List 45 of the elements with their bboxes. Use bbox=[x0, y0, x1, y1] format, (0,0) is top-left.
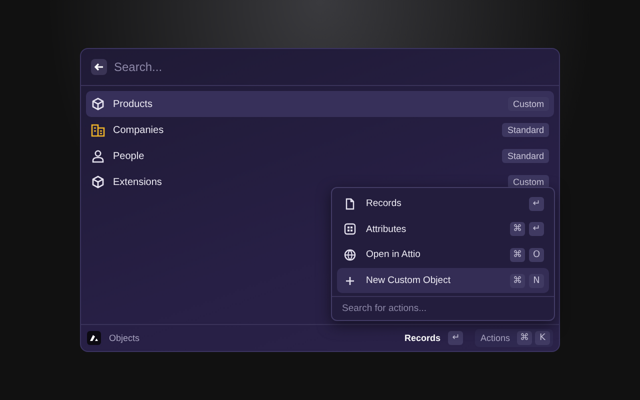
action-item[interactable]: Attributes ⌘ ↵ bbox=[337, 216, 549, 242]
action-label: New Custom Object bbox=[366, 275, 452, 286]
keycap: ↵ bbox=[529, 222, 544, 236]
app-logo-icon bbox=[87, 331, 101, 345]
back-arrow-icon bbox=[94, 62, 104, 72]
cube-icon bbox=[91, 97, 105, 111]
item-label: People bbox=[113, 150, 146, 162]
person-icon bbox=[91, 149, 105, 163]
keycap: O bbox=[529, 248, 544, 262]
action-search-field[interactable]: Search for actions... bbox=[342, 297, 544, 320]
type-tag: Standard bbox=[502, 123, 549, 137]
keycap: K bbox=[535, 331, 550, 345]
item-label: Companies bbox=[113, 124, 165, 136]
type-tag: Standard bbox=[502, 149, 549, 163]
item-label: Products bbox=[113, 98, 154, 110]
back-button[interactable] bbox=[91, 59, 107, 75]
action-item[interactable]: Open in Attio ⌘ O bbox=[337, 242, 549, 268]
action-label: Open in Attio bbox=[366, 249, 422, 260]
action-label: Records bbox=[366, 198, 402, 210]
keycap: ↵ bbox=[529, 196, 544, 211]
grid-icon bbox=[344, 223, 356, 236]
type-tag: Custom bbox=[508, 97, 549, 111]
object-item[interactable]: People Standard bbox=[86, 143, 554, 169]
keycap: ⌘ bbox=[517, 331, 532, 345]
item-label: Extensions bbox=[113, 176, 163, 188]
action-label: Attributes bbox=[366, 224, 408, 235]
keycap: ⌘ bbox=[510, 248, 525, 262]
records-button[interactable]: Records bbox=[404, 333, 440, 343]
object-item[interactable]: Companies Standard bbox=[86, 117, 554, 143]
object-item[interactable]: Products Custom bbox=[86, 91, 554, 117]
plus-icon bbox=[344, 274, 356, 287]
action-item[interactable]: Records ↵ bbox=[337, 191, 549, 217]
keycap: ↵ bbox=[448, 331, 464, 345]
cube-icon bbox=[91, 175, 105, 189]
keycap: N bbox=[529, 274, 544, 288]
actions-button[interactable]: Actions ⌘ K bbox=[475, 329, 553, 347]
globe-icon bbox=[344, 248, 356, 261]
keycap: ⌘ bbox=[510, 222, 525, 236]
actions-label: Actions bbox=[480, 333, 510, 343]
footer-title: Objects bbox=[109, 333, 140, 343]
building-icon bbox=[91, 123, 105, 137]
keycap: ⌘ bbox=[510, 274, 525, 288]
search-field[interactable]: Search... bbox=[114, 60, 549, 74]
action-item[interactable]: New Custom Object ⌘ N bbox=[337, 268, 549, 294]
document-icon bbox=[344, 198, 356, 210]
